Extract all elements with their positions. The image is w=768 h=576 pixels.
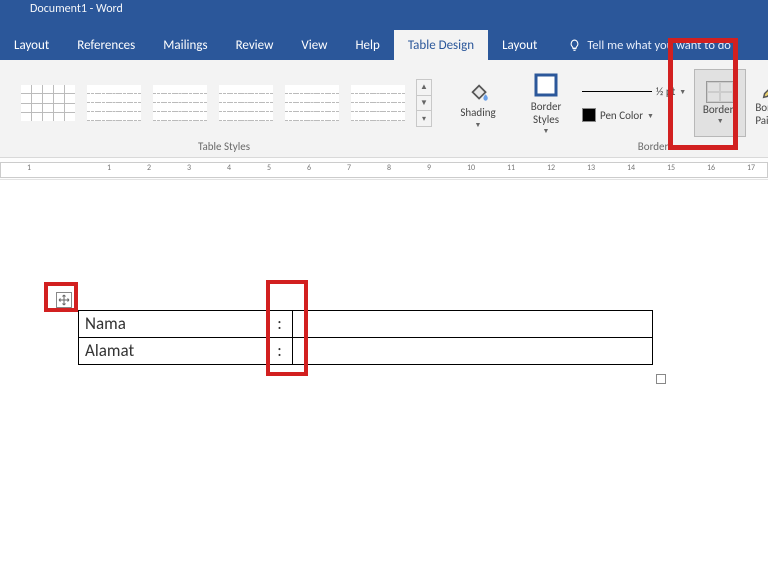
ruler-tick: 7 xyxy=(347,163,351,173)
table-cell-value[interactable] xyxy=(293,311,653,338)
tab-table-design[interactable]: Table Design xyxy=(394,30,488,60)
ruler-tick: 16 xyxy=(707,163,715,173)
lightbulb-icon xyxy=(567,38,581,52)
table-cell-separator[interactable]: : xyxy=(267,338,293,365)
group-borders: Border Styles ▼ ½ pt ▼ Pen Color ▼ Borde… xyxy=(512,60,768,157)
ruler-tick: 8 xyxy=(387,163,391,173)
group-shading: Shading ▼ xyxy=(444,60,512,157)
line-weight-selector[interactable]: ½ pt ▼ xyxy=(578,80,690,102)
table-cell-value[interactable] xyxy=(293,338,653,365)
gallery-scroll[interactable]: ▲ ▼ ▾ xyxy=(416,79,432,127)
tab-mailings[interactable]: Mailings xyxy=(149,30,221,60)
chevron-down-icon: ▼ xyxy=(679,87,686,96)
table-style-swatch[interactable] xyxy=(82,79,146,127)
paint-bucket-icon xyxy=(464,77,492,105)
ruler-tick: 5 xyxy=(267,163,271,173)
chevron-down-icon: ▼ xyxy=(475,120,482,129)
pen-color-label: Pen Color xyxy=(600,109,643,122)
ruler-tick: 1 xyxy=(27,163,31,173)
tab-layout[interactable]: Layout xyxy=(0,30,63,60)
ruler-tick: 4 xyxy=(227,163,231,173)
document-table[interactable]: Nama : Alamat : xyxy=(78,310,653,365)
ruler-tick: 2 xyxy=(147,163,151,173)
chevron-down-icon: ▼ xyxy=(647,111,654,120)
ruler-tick: 14 xyxy=(627,163,635,173)
borders-button[interactable]: Borders ▼ xyxy=(694,69,746,137)
tab-table-layout[interactable]: Layout xyxy=(488,30,551,60)
table-cell-label[interactable]: Alamat xyxy=(79,338,267,365)
ribbon-tabs: Layout References Mailings Review View H… xyxy=(0,30,768,60)
ruler-tick: 1 xyxy=(107,163,111,173)
ruler-tick: 3 xyxy=(187,163,191,173)
pen-color-selector[interactable]: Pen Color ▼ xyxy=(578,104,690,126)
chevron-down-icon[interactable]: ▼ xyxy=(417,96,431,112)
table-cell-separator[interactable]: : xyxy=(267,311,293,338)
ruler-tick: 15 xyxy=(667,163,675,173)
border-painter-button[interactable]: Border Painter xyxy=(750,69,768,137)
horizontal-ruler[interactable]: 211234567891011121314151617 xyxy=(0,158,768,180)
ruler-tick: 6 xyxy=(307,163,311,173)
table-style-swatch[interactable] xyxy=(214,79,278,127)
group-label-borders: Borders xyxy=(638,138,673,155)
shading-label: Shading xyxy=(460,107,495,119)
ruler-tick: 10 xyxy=(467,163,475,173)
table-row[interactable]: Nama : xyxy=(79,311,653,338)
line-weight-label: ½ pt xyxy=(656,85,675,98)
tab-review[interactable]: Review xyxy=(222,30,288,60)
table-resize-handle[interactable] xyxy=(656,374,666,384)
tab-references[interactable]: References xyxy=(63,30,149,60)
pen-color-swatch xyxy=(582,108,596,122)
border-painter-label: Border Painter xyxy=(755,101,768,127)
table-style-swatch[interactable] xyxy=(16,79,80,127)
chevron-down-icon: ▼ xyxy=(717,116,724,125)
table-style-swatch[interactable] xyxy=(346,79,410,127)
ruler-tick: 12 xyxy=(547,163,555,173)
border-styles-label: Border Styles xyxy=(531,101,562,125)
table-style-swatch[interactable] xyxy=(280,79,344,127)
chevron-up-icon[interactable]: ▲ xyxy=(417,80,431,96)
tell-me-search[interactable]: Tell me what you want to do xyxy=(557,30,731,60)
table-cell-label[interactable]: Nama xyxy=(79,311,267,338)
document-title: Document1 - Word xyxy=(30,2,123,16)
table-style-swatch[interactable] xyxy=(148,79,212,127)
chevron-down-icon: ▼ xyxy=(543,126,550,135)
table-styles-gallery[interactable] xyxy=(16,79,410,127)
borders-grid-icon xyxy=(706,81,734,103)
ruler-track xyxy=(0,162,768,178)
title-bar: Document1 - Word xyxy=(0,0,768,30)
tab-help[interactable]: Help xyxy=(341,30,393,60)
line-weight-preview xyxy=(582,85,652,97)
tell-me-label: Tell me what you want to do xyxy=(587,38,731,53)
ruler-tick: 17 xyxy=(747,163,755,173)
table-row[interactable]: Alamat : xyxy=(79,338,653,365)
group-label-table-styles: Table Styles xyxy=(198,138,250,155)
shading-button[interactable]: Shading ▼ xyxy=(450,68,506,138)
ribbon: ▲ ▼ ▾ Table Styles Shading ▼ xyxy=(0,60,768,158)
ruler-tick: 9 xyxy=(427,163,431,173)
gallery-more-icon[interactable]: ▾ xyxy=(417,111,431,126)
paintbrush-icon xyxy=(760,79,768,101)
group-table-styles: ▲ ▼ ▾ Table Styles xyxy=(4,60,444,157)
document-area[interactable]: Nama : Alamat : xyxy=(0,180,768,576)
table-move-handle[interactable] xyxy=(56,292,72,308)
borders-label: Borders xyxy=(703,103,738,116)
tab-view[interactable]: View xyxy=(287,30,341,60)
border-styles-icon xyxy=(532,71,560,99)
ruler-tick: 11 xyxy=(507,163,515,173)
ruler-tick: 13 xyxy=(587,163,595,173)
border-styles-button[interactable]: Border Styles ▼ xyxy=(518,68,574,138)
